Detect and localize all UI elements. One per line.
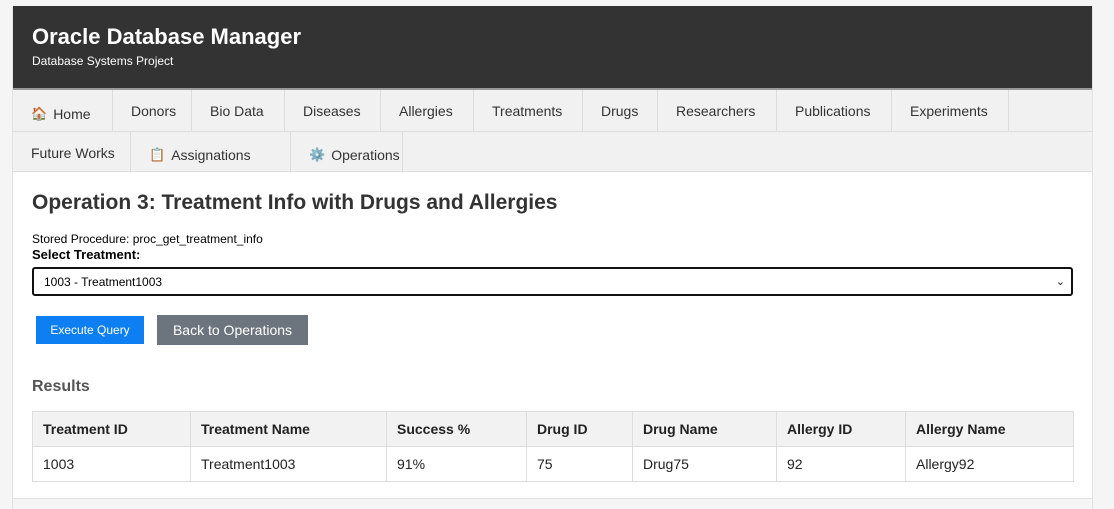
execute-query-button[interactable]: Execute Query bbox=[36, 316, 144, 344]
nav-item-label: Assignations bbox=[171, 146, 251, 163]
table-cell: 1003 bbox=[32, 446, 191, 482]
results-table: Treatment ID Treatment Name Success % Dr… bbox=[32, 411, 1074, 482]
page-footer bbox=[13, 498, 1092, 509]
nav-item-donors[interactable]: Donors bbox=[113, 90, 192, 131]
nav-item-label: Experiments bbox=[910, 102, 988, 119]
table-cell: Treatment1003 bbox=[190, 446, 387, 482]
chevron-down-icon: ⌄ bbox=[1055, 276, 1065, 288]
column-header-drug-id[interactable]: Drug ID bbox=[526, 411, 633, 447]
column-header-treatment-name[interactable]: Treatment Name bbox=[190, 411, 387, 447]
table-cell: Allergy92 bbox=[905, 446, 1074, 482]
column-header-success[interactable]: Success % bbox=[386, 411, 527, 447]
nav-item-label: Drugs bbox=[601, 102, 639, 119]
nav-item-label: Treatments bbox=[492, 102, 563, 119]
table-cell: 92 bbox=[776, 446, 906, 482]
app-subtitle: Database Systems Project bbox=[32, 54, 174, 68]
main-nav: 🏠 Home Donors Bio Data Diseases Allergie… bbox=[13, 88, 1092, 173]
nav-row-1: 🏠 Home Donors Bio Data Diseases Allergie… bbox=[13, 90, 1092, 131]
app-title: Oracle Database Manager bbox=[32, 24, 302, 49]
nav-item-home[interactable]: 🏠 Home bbox=[13, 90, 113, 131]
nav-item-label: Allergies bbox=[399, 102, 453, 119]
nav-item-bio-data[interactable]: Bio Data bbox=[192, 90, 285, 131]
nav-item-assignations[interactable]: 📋 Assignations bbox=[131, 132, 291, 173]
nav-item-researchers[interactable]: Researchers bbox=[658, 90, 777, 131]
column-header-treatment-id[interactable]: Treatment ID bbox=[32, 411, 191, 447]
nav-item-diseases[interactable]: Diseases bbox=[285, 90, 381, 131]
action-buttons: Execute Query Back to Operations bbox=[32, 315, 1073, 345]
select-treatment-label: Select Treatment: bbox=[32, 247, 141, 262]
page-title: Operation 3: Treatment Info with Drugs a… bbox=[32, 191, 558, 214]
house-icon: 🏠 bbox=[31, 105, 48, 121]
table-cell: Drug75 bbox=[632, 446, 777, 482]
nav-item-label: Publications bbox=[795, 102, 871, 119]
app-window: Oracle Database Manager Database Systems… bbox=[12, 6, 1093, 509]
nav-row-2: Future Works 📋 Assignations ⚙️ Operation… bbox=[13, 131, 1092, 173]
column-header-drug-name[interactable]: Drug Name bbox=[632, 411, 777, 447]
nav-item-experiments[interactable]: Experiments bbox=[892, 90, 1009, 131]
nav-item-label: Diseases bbox=[303, 102, 361, 119]
back-to-operations-button[interactable]: Back to Operations bbox=[157, 315, 308, 345]
nav-item-label: Donors bbox=[131, 102, 177, 119]
nav-item-label: Researchers bbox=[676, 102, 756, 119]
nav-item-operations[interactable]: ⚙️ Operations bbox=[291, 132, 403, 173]
column-header-allergy-id[interactable]: Allergy ID bbox=[776, 411, 906, 447]
nav-item-publications[interactable]: Publications bbox=[777, 90, 892, 131]
stored-procedure-label: Stored Procedure: proc_get_treatment_inf… bbox=[32, 232, 263, 246]
nav-item-allergies[interactable]: Allergies bbox=[381, 90, 474, 131]
table-row: 1003 Treatment1003 91% 75 Drug75 92 Alle… bbox=[32, 446, 1074, 482]
table-header-row: Treatment ID Treatment Name Success % Dr… bbox=[32, 411, 1074, 447]
app-header: Oracle Database Manager Database Systems… bbox=[13, 6, 1092, 88]
nav-item-label: Operations bbox=[331, 146, 400, 163]
gear-icon: ⚙️ bbox=[309, 146, 326, 162]
table-cell: 91% bbox=[386, 446, 527, 482]
treatment-select[interactable]: 1003 - Treatment1003 ⌄ bbox=[32, 267, 1073, 296]
column-header-allergy-name[interactable]: Allergy Name bbox=[905, 411, 1074, 447]
nav-item-treatments[interactable]: Treatments bbox=[474, 90, 583, 131]
nav-item-label: Future Works bbox=[31, 144, 115, 161]
treatment-select-value: 1003 - Treatment1003 bbox=[44, 274, 163, 289]
clipboard-icon: 📋 bbox=[149, 146, 166, 162]
main-content: Operation 3: Treatment Info with Drugs a… bbox=[13, 172, 1092, 482]
results-heading: Results bbox=[32, 378, 90, 395]
table-cell: 75 bbox=[526, 446, 633, 482]
nav-item-drugs[interactable]: Drugs bbox=[583, 90, 658, 131]
nav-item-label: Bio Data bbox=[210, 102, 264, 119]
nav-item-future-works[interactable]: Future Works bbox=[13, 132, 131, 173]
nav-item-label: Home bbox=[53, 105, 91, 122]
